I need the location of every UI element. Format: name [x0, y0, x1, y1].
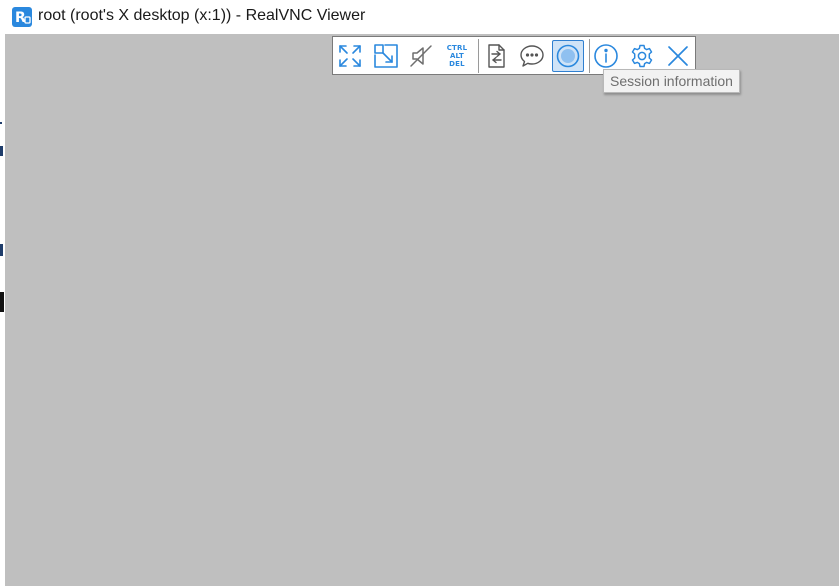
edge-mark [0, 122, 2, 124]
ctrl-alt-del-button[interactable]: CTRL ALT DEL [441, 40, 473, 72]
audio-button[interactable] [405, 40, 437, 72]
full-screen-button[interactable] [334, 40, 366, 72]
edge-mark [0, 146, 3, 156]
record-icon [556, 44, 580, 68]
realvnc-logo-icon: R [12, 7, 32, 27]
file-transfer-icon [488, 44, 505, 68]
toolbar-separator [478, 39, 479, 73]
chat-button[interactable] [516, 40, 548, 72]
file-transfer-button[interactable] [480, 40, 512, 72]
chat-bubble-icon [520, 45, 544, 67]
ctrl-label: CTRL [446, 44, 468, 52]
close-icon [668, 46, 688, 66]
alt-label: ALT [449, 52, 465, 60]
gear-icon [631, 44, 653, 68]
ctrl-alt-del-icon: CTRL ALT DEL [447, 44, 468, 68]
window-title: root (root's X desktop (x:1)) - RealVNC … [38, 7, 366, 24]
tooltip-session-information: Session information [603, 69, 740, 93]
title-bar: R root (root's X desktop (x:1)) - RealVN… [0, 0, 839, 34]
close-session-button[interactable] [662, 40, 694, 72]
properties-button[interactable] [626, 40, 658, 72]
edge-mark [0, 292, 4, 312]
record-button[interactable] [552, 40, 584, 72]
info-icon [594, 44, 618, 68]
speaker-muted-icon [410, 45, 432, 67]
session-info-button[interactable] [590, 40, 622, 72]
scale-button[interactable] [370, 40, 402, 72]
expand-arrows-icon [339, 45, 361, 67]
edge-mark [0, 244, 3, 256]
scale-to-fit-icon [374, 44, 398, 68]
remote-desktop-view[interactable] [5, 34, 839, 586]
del-label: DEL [449, 60, 465, 68]
